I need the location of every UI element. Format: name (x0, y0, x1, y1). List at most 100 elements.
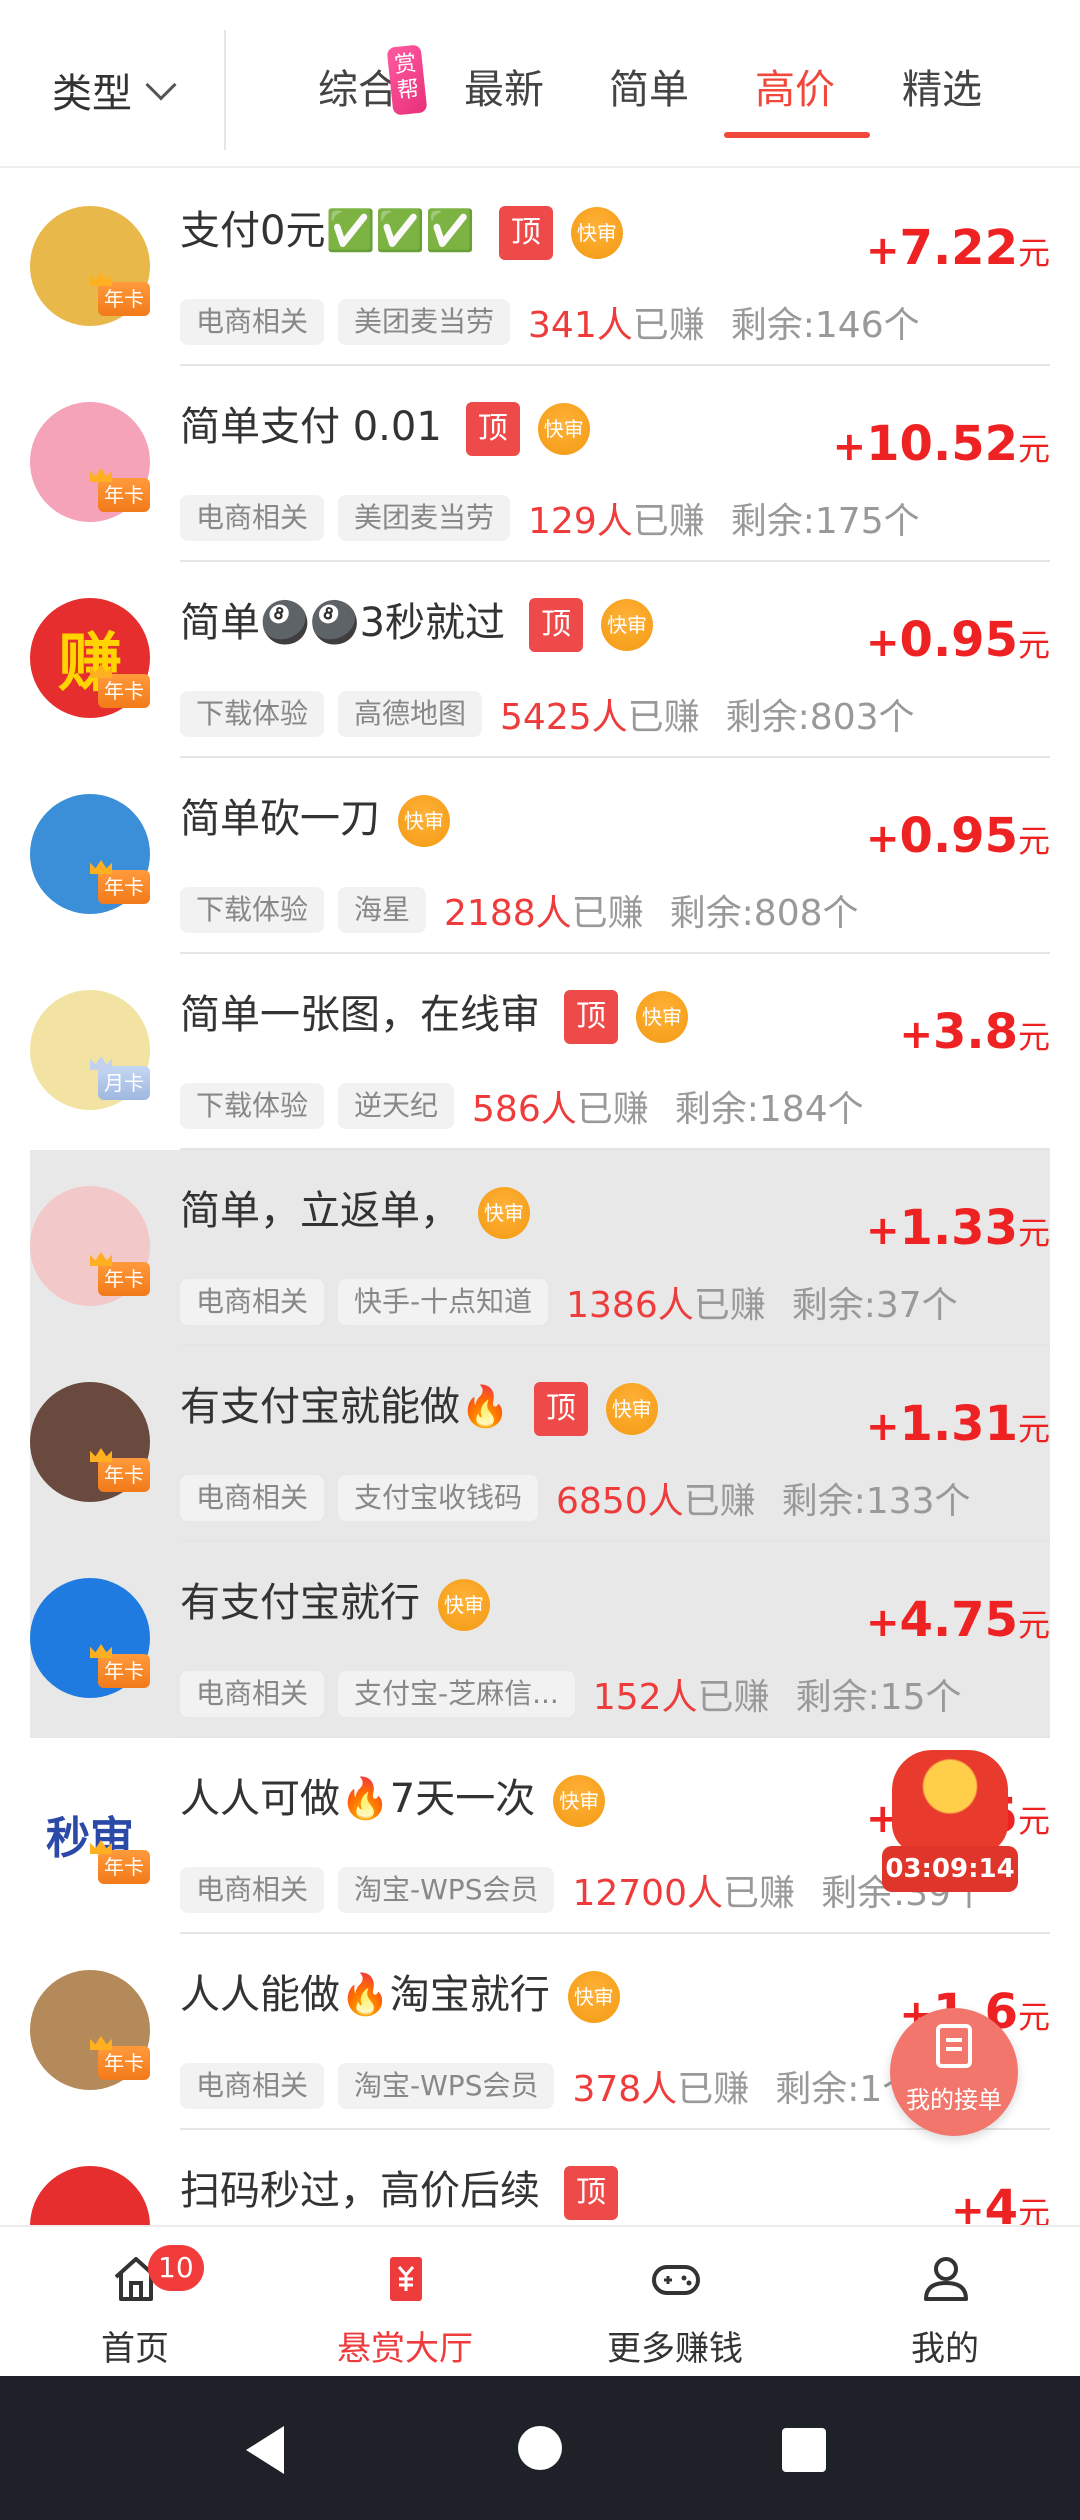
chevron-down-icon (145, 69, 177, 101)
app-chip: 淘宝-WPS会员 (338, 2063, 555, 2109)
reward-hall-icon (390, 2257, 422, 2301)
nav-reward-hall[interactable]: 悬赏大厅 (270, 2227, 540, 2377)
pinned-tag: 顶 (533, 1382, 588, 1436)
task-row[interactable]: 年卡 有支付宝就行 快审 电商相关 支付宝-芝麻信... 152人已赚 剩余:15个 +4.7… (30, 1542, 1050, 1738)
reward-value: 3.8 (932, 1004, 1018, 1060)
app-chip: 逆天纪 (338, 1083, 455, 1129)
task-list: 年卡 支付0元✅✅✅ 顶快审 电商相关 美团麦当劳 341人已赚 剩余:146个 +7.22元… (0, 170, 1080, 2225)
earned-suffix: 已赚 (627, 697, 700, 738)
task-title-line: 简单支付 0.01 顶快审 (180, 394, 590, 456)
nav-profile[interactable]: 我的 (810, 2227, 1080, 2377)
currency-unit: 元 (1017, 1802, 1050, 1840)
task-title-line: 人人可做🔥7天一次 快审 (180, 1766, 606, 1827)
task-meta: 电商相关 美团麦当劳 341人已赚 剩余:146个 (180, 298, 920, 346)
vip-badge: 月卡 (98, 1066, 150, 1100)
task-row[interactable]: 月卡 简单一张图，在线审顶快审 下载体验 逆天纪 586人已赚 剩余:184个 +3.8元 (0, 954, 1080, 1150)
earned-count: 1386人已赚 (566, 1276, 766, 1328)
type-filter-label: 类型 (52, 71, 132, 117)
type-filter-dropdown[interactable]: 类型 (0, 30, 226, 150)
earned-count: 12700人已赚 (572, 1864, 795, 1916)
task-row[interactable]: 年卡 有支付宝就能做🔥 顶快审 电商相关 支付宝收钱码 6850人已赚 剩余:133个 +1.… (30, 1346, 1050, 1542)
back-icon[interactable] (246, 2426, 284, 2474)
currency-unit: 元 (1017, 2194, 1050, 2225)
category-chip: 下载体验 (180, 691, 325, 737)
earned-count: 152人已赚 (593, 1668, 770, 1720)
red-packet-widget[interactable]: 03:09:14 (880, 1750, 1020, 1900)
remaining-count: 剩余:184个 (674, 1089, 864, 1130)
reward-value: 10.52 (866, 416, 1018, 472)
earned-suffix: 已赚 (632, 305, 705, 346)
top-bar: 类型 综合 赏帮 最新 简单 高价 精选 (0, 0, 1080, 168)
active-tab-indicator (724, 132, 870, 138)
remaining-count: 剩余:803个 (725, 697, 915, 738)
remaining-count: 剩余:15个 (795, 1677, 962, 1718)
vip-badge: 年卡 (98, 1262, 150, 1296)
reward-value: 4 (984, 2180, 1018, 2225)
red-packet-icon (892, 1750, 1008, 1854)
nav-more-earn[interactable]: 更多赚钱 (540, 2227, 810, 2377)
category-chip: 电商相关 (180, 495, 325, 541)
currency-unit: 元 (1017, 626, 1050, 664)
task-row[interactable]: 赚年卡 简单🎱🎱3秒就过顶快审 下载体验 高德地图 5425人已赚 剩余:803个 +0.9… (0, 562, 1080, 758)
earned-suffix: 已赚 (693, 1285, 766, 1326)
task-meta: 电商相关 支付宝-芝麻信... 152人已赚 剩余:15个 (180, 1670, 962, 1718)
app-chip: 海星 (338, 887, 427, 933)
reward-value: 0.95 (899, 808, 1018, 864)
app-chip: 美团麦当劳 (338, 495, 511, 541)
reward-amount: +10.52元 (832, 416, 1050, 472)
nav-home[interactable]: 10 首页 (0, 2227, 270, 2377)
tab-label: 综合 (318, 67, 398, 113)
nav-home-label: 首页 (101, 2329, 169, 2369)
reward-amount: +4元 (951, 2180, 1050, 2225)
tab-comprehensive[interactable]: 综合 赏帮 (318, 44, 428, 146)
earned-suffix: 已赚 (677, 2069, 750, 2110)
earned-suffix: 已赚 (723, 1873, 796, 1914)
earned-number: 1386人 (566, 1285, 694, 1326)
task-meta: 下载体验 海星 2188人已赚 剩余:808个 (180, 886, 859, 934)
reward-amount: +0.95元 (866, 612, 1050, 668)
task-meta: 电商相关 美团麦当劳 129人已赚 剩余:175个 (180, 494, 920, 542)
earned-count: 341人已赚 (528, 296, 705, 348)
task-row[interactable]: 年卡 支付0元✅✅✅ 顶快审 电商相关 美团麦当劳 341人已赚 剩余:146个 +7.22元 (0, 170, 1080, 366)
fast-review-tag: 快审 (567, 1971, 620, 2023)
nav-reward-hall-label: 悬赏大厅 (337, 2329, 473, 2369)
tab-latest[interactable]: 最新 (464, 50, 544, 146)
earned-suffix: 已赚 (576, 1089, 649, 1130)
tab-featured[interactable]: 精选 (902, 50, 982, 146)
task-title: 简单砍一刀 (180, 796, 380, 842)
task-row[interactable]: 扫码秒过，高价后续顶 +4元 (0, 2130, 1080, 2225)
earned-number: 6850人 (556, 1481, 684, 1522)
reward-value: 1.33 (899, 1200, 1018, 1256)
recent-apps-icon[interactable] (782, 2428, 826, 2472)
task-row[interactable]: 年卡 简单砍一刀 快审 下载体验 海星 2188人已赚 剩余:808个 +0.95元 (0, 758, 1080, 954)
my-orders-button[interactable]: 我的接单 (890, 2008, 1018, 2136)
earned-number: 2188人 (444, 893, 572, 934)
vip-badge: 年卡 (98, 2046, 150, 2080)
nav-more-earn-label: 更多赚钱 (607, 2329, 743, 2369)
user-icon (924, 2257, 968, 2301)
fast-review-tag: 快审 (478, 1187, 530, 1239)
vip-badge: 年卡 (98, 282, 150, 316)
task-title: 有支付宝就行 (180, 1580, 420, 1626)
task-row[interactable]: 年卡 简单支付 0.01 顶快审 电商相关 美团麦当劳 129人已赚 剩余:175个 +10.… (0, 366, 1080, 562)
task-row[interactable]: 年卡 简单，立返单， 快审 电商相关 快手-十点知道 1386人已赚 剩余:37个 +1.33… (30, 1150, 1050, 1346)
earned-number: 5425人 (500, 697, 628, 738)
earned-suffix: 已赚 (697, 1677, 770, 1718)
task-title-line: 简单砍一刀 快审 (180, 786, 450, 847)
pinned-tag: 顶 (498, 206, 553, 260)
fast-review-tag: 快审 (570, 207, 623, 259)
reward-value: 7.22 (899, 220, 1018, 276)
fast-review-tag: 快审 (601, 599, 654, 651)
earned-number: 152人 (592, 1677, 698, 1718)
currency-unit: 元 (1017, 1998, 1050, 2036)
fast-review-tag: 快审 (438, 1579, 490, 1631)
system-navigation-bar (0, 2376, 1080, 2520)
earned-suffix: 已赚 (632, 501, 705, 542)
pinned-tag: 顶 (564, 2166, 618, 2220)
task-title: 人人能做🔥淘宝就行 (180, 1972, 550, 2018)
tab-simple[interactable]: 简单 (609, 50, 689, 146)
home-circle-icon[interactable] (518, 2426, 562, 2470)
category-chip: 下载体验 (180, 1083, 325, 1129)
task-title-line: 有支付宝就能做🔥 顶快审 (180, 1374, 658, 1436)
vip-badge: 年卡 (98, 870, 150, 904)
